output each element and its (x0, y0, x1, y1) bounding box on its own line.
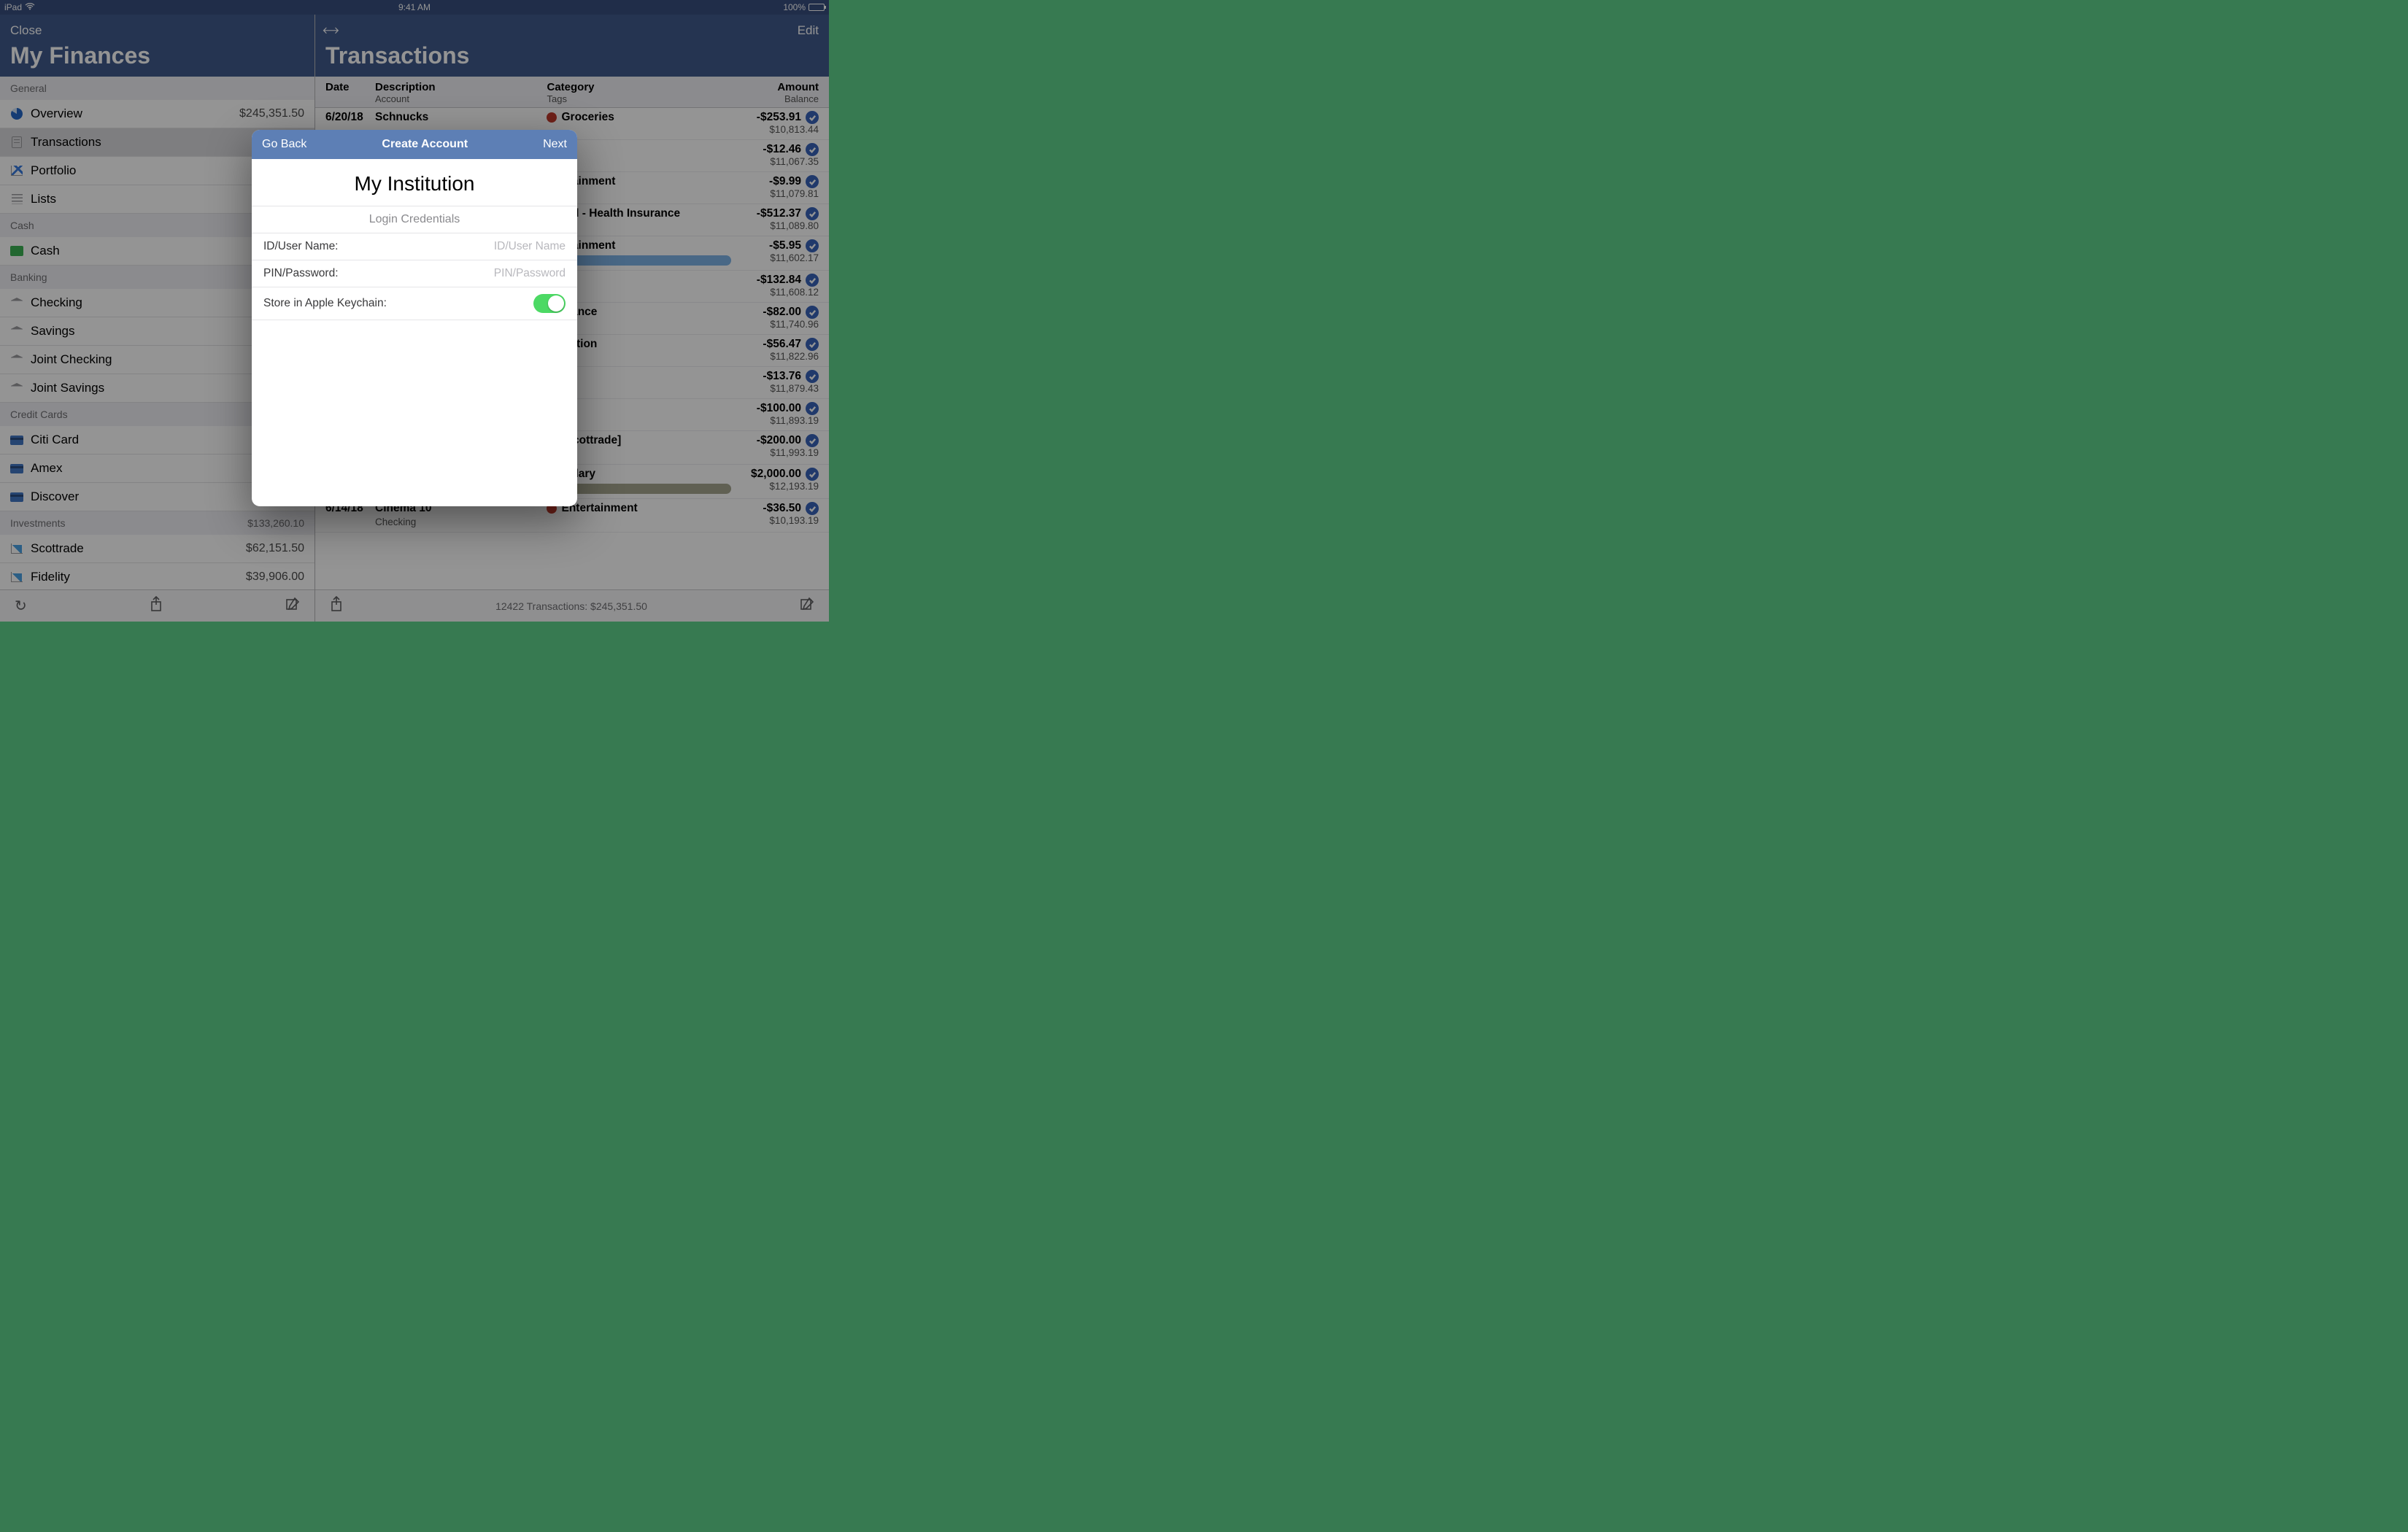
keychain-toggle[interactable] (533, 294, 566, 313)
keychain-row: Store in Apple Keychain: (252, 287, 577, 320)
next-button[interactable]: Next (543, 138, 567, 151)
password-input[interactable] (399, 267, 566, 280)
create-account-modal: Go Back Create Account Next My Instituti… (252, 130, 577, 506)
ipad-screen: iPad 9:41 AM 100% Close My Finances Gene… (0, 0, 829, 622)
login-section-header: Login Credentials (252, 206, 577, 233)
username-input[interactable] (399, 240, 566, 253)
password-label: PIN/Password: (263, 267, 339, 280)
username-row: ID/User Name: (252, 233, 577, 260)
modal-overlay[interactable]: Go Back Create Account Next My Instituti… (0, 0, 829, 622)
password-row: PIN/Password: (252, 260, 577, 287)
modal-header: Go Back Create Account Next (252, 130, 577, 159)
institution-name: My Institution (252, 172, 577, 196)
go-back-button[interactable]: Go Back (262, 138, 306, 151)
username-label: ID/User Name: (263, 240, 339, 253)
keychain-label: Store in Apple Keychain: (263, 297, 387, 310)
modal-title: Create Account (382, 138, 468, 151)
